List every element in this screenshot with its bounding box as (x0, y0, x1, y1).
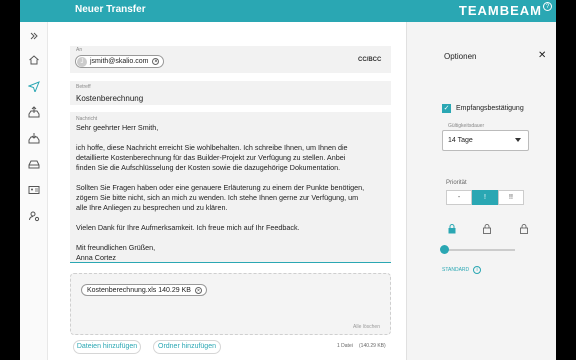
total-size: (140.29 KB) (359, 343, 386, 349)
sidebar-item-home[interactable] (28, 54, 40, 66)
sidebar (20, 22, 48, 360)
sidebar-item-upload[interactable] (28, 106, 40, 118)
message-label: Nachricht (76, 116, 98, 122)
info-icon[interactable]: i (473, 266, 481, 274)
subject-input[interactable]: Kostenberechnung (76, 94, 143, 103)
priority-high-button[interactable]: !! (498, 190, 524, 205)
security-slider-track[interactable] (445, 249, 515, 251)
recipient-email: jsmith@skalio.com (90, 58, 149, 65)
help-circle-icon[interactable]: ? (543, 2, 552, 11)
remove-recipient-icon[interactable]: × (152, 58, 160, 65)
receipt-label: Empfangsbestätigung (456, 105, 524, 112)
options-title: Optionen (444, 52, 477, 61)
close-icon[interactable]: ✕ (538, 50, 546, 61)
sidebar-item-download[interactable] (28, 132, 40, 144)
attachment-dropzone[interactable]: Kostenberechnung.xls 140.29 KB × Alle lö… (70, 273, 391, 335)
chevron-down-icon (515, 138, 521, 142)
message-focus-line (70, 262, 391, 263)
sidebar-item-drive[interactable] (28, 158, 40, 170)
to-label: An (76, 47, 83, 53)
home-icon (29, 55, 39, 65)
subject-label: Betreff (76, 84, 91, 90)
upload-tray-icon (28, 106, 40, 118)
add-folder-button[interactable]: Ordner hinzufügen (153, 340, 221, 354)
attachment-size: 140.29 KB (158, 286, 191, 294)
user-settings-icon (29, 211, 40, 222)
address-card-icon (28, 186, 40, 194)
attachment-chip[interactable]: Kostenberechnung.xls 140.29 KB × (81, 284, 207, 296)
sidebar-item-send[interactable] (28, 80, 40, 92)
priority-low-button[interactable]: - (446, 190, 472, 205)
drive-icon (28, 160, 40, 169)
lock-closed-icon[interactable] (448, 224, 456, 234)
validity-select[interactable]: 14 Tage (442, 130, 529, 151)
cc-bcc-toggle[interactable]: CC/BCC (358, 57, 381, 63)
receipt-checkbox[interactable]: ✓ (442, 104, 451, 113)
priority-normal-button[interactable]: ! (472, 190, 498, 205)
validity-label: Gültigkeitsdauer (448, 123, 485, 129)
sidebar-item-contacts[interactable] (28, 184, 40, 196)
avatar: J (77, 56, 87, 67)
file-count: 1 Datei (337, 343, 353, 349)
sidebar-item-users[interactable] (28, 210, 40, 222)
attachment-name: Kostenberechnung.xls (87, 286, 157, 294)
download-tray-icon (28, 133, 40, 144)
lock-medium-icon[interactable] (483, 224, 491, 234)
validity-value: 14 Tage (448, 137, 473, 144)
add-files-button[interactable]: Dateien hinzufügen (73, 340, 141, 354)
options-panel: Optionen ✕ ✓ Empfangsbestätigung Gültigk… (406, 22, 556, 360)
security-level-label: STANDARD (442, 267, 470, 273)
recipient-chip[interactable]: J jsmith@skalio.com × (75, 55, 165, 68)
message-textarea[interactable]: Sehr geehrter Herr Smith, ich hoffe, die… (76, 123, 386, 263)
security-slider-thumb[interactable] (440, 245, 449, 254)
remove-attachment-icon[interactable]: × (194, 286, 202, 294)
top-bar: Neuer Transfer TEAMBEAM ? (20, 0, 556, 22)
lock-high-icon[interactable] (520, 224, 528, 234)
app-window: Neuer Transfer TEAMBEAM ? An J jsmith@sk… (20, 0, 556, 360)
priority-label: Priorität (446, 180, 467, 186)
chevrons-right-icon[interactable] (28, 30, 40, 42)
brand-logo: TEAMBEAM (458, 3, 542, 18)
send-icon (28, 81, 40, 92)
page-title: Neuer Transfer (75, 4, 146, 15)
clear-all-link[interactable]: Alle löschen (353, 324, 380, 330)
